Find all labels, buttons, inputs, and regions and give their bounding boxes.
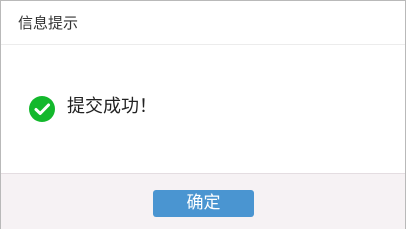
check-circle-icon	[29, 96, 55, 122]
dialog-footer: 确定	[1, 173, 405, 229]
dialog-message: 提交成功！	[67, 96, 157, 117]
confirm-button[interactable]: 确定	[153, 190, 254, 217]
message-dialog: 信息提示 提交成功！ 确定	[0, 0, 406, 229]
dialog-title: 信息提示	[18, 14, 79, 32]
dialog-titlebar: 信息提示	[1, 1, 405, 45]
dialog-body: 提交成功！	[1, 45, 405, 173]
